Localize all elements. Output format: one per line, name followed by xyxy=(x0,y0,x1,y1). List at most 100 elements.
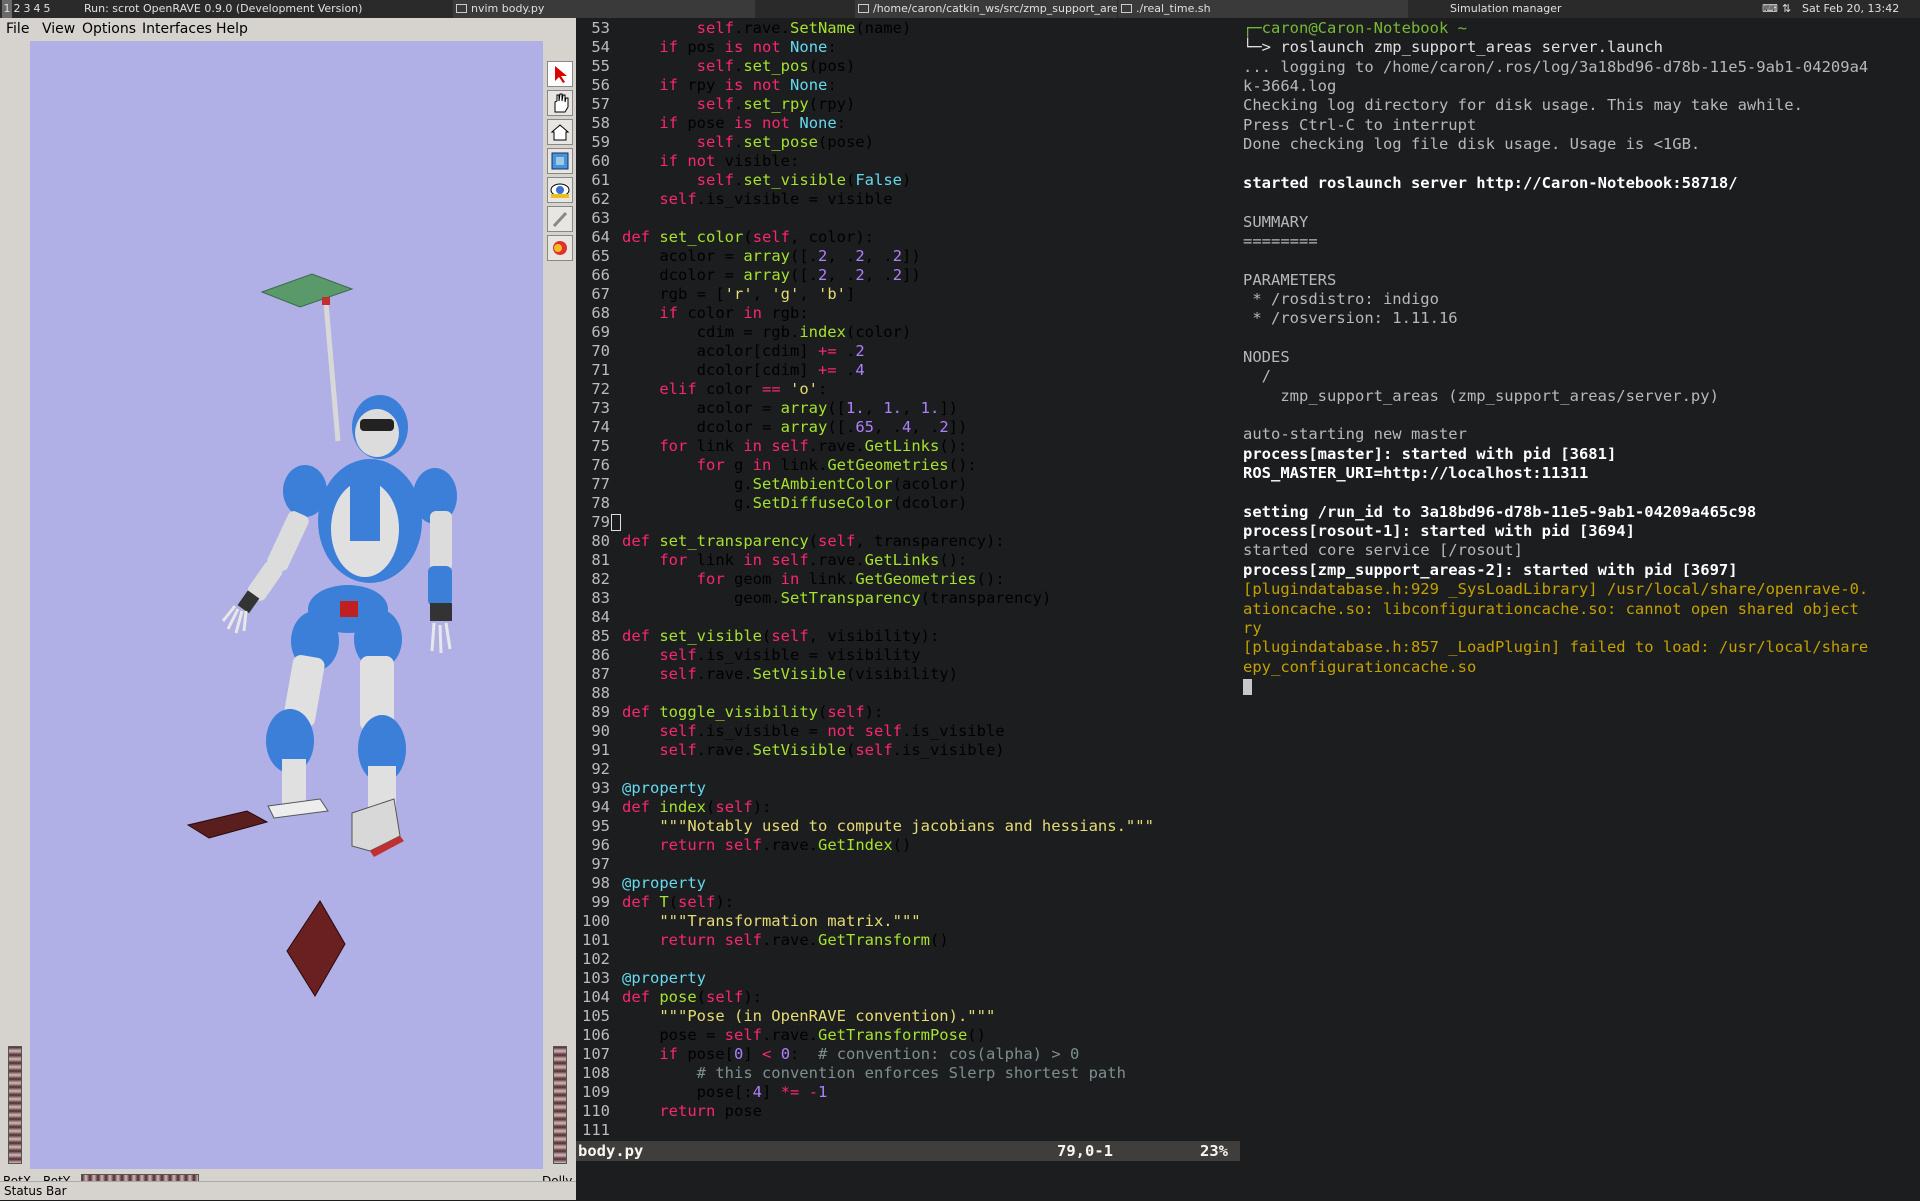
code-area[interactable]: 53 self.rave.SetName(name) 54 if pos is n… xyxy=(576,19,1240,1140)
workspace-switcher[interactable]: 12345 xyxy=(2,0,82,18)
code-line[interactable]: 109 pose[:4] *= -1 xyxy=(576,1083,1240,1102)
hand-icon[interactable] xyxy=(547,90,573,116)
terminal-line: setting /run_id to 3a18bd96-d78b-11e5-9a… xyxy=(1243,502,1757,521)
dolly-wheel[interactable] xyxy=(553,1046,567,1164)
code-line[interactable]: 70 acolor[cdim] += .2 xyxy=(576,342,1240,361)
menu-file[interactable]: File xyxy=(6,20,29,38)
line-number: 74 xyxy=(591,418,610,436)
line-number: 99 xyxy=(591,893,610,911)
code-line[interactable]: 57 self.set_rpy(rpy) xyxy=(576,95,1240,114)
code-line[interactable]: 103 @property xyxy=(576,969,1240,988)
line-number: 59 xyxy=(591,133,610,151)
code-line[interactable]: 104 def pose(self): xyxy=(576,988,1240,1007)
code-line[interactable]: 86 self.is_visible = visibility xyxy=(576,646,1240,665)
code-text: self.is_visible = visible xyxy=(659,190,893,208)
menu-interfaces[interactable]: Interfaces xyxy=(142,20,212,38)
color-icon[interactable] xyxy=(547,235,573,261)
code-line[interactable]: 97 xyxy=(576,855,1240,874)
menu-options[interactable]: Options xyxy=(82,20,136,38)
eye-icon[interactable] xyxy=(547,177,573,203)
code-line[interactable]: 92 xyxy=(576,760,1240,779)
code-line[interactable]: 65 acolor = array([.2, .2, .2]) xyxy=(576,247,1240,266)
code-text: """Pose (in OpenRAVE convention).""" xyxy=(659,1007,996,1025)
terminal-line: / xyxy=(1243,367,1271,386)
code-line[interactable]: 75 for link in self.rave.GetLinks(): xyxy=(576,437,1240,456)
code-line[interactable]: 85 def set_visible(self, visibility): xyxy=(576,627,1240,646)
code-line[interactable]: 67 rgb = ['r', 'g', 'b'] xyxy=(576,285,1240,304)
code-line[interactable]: 63 xyxy=(576,209,1240,228)
code-line[interactable]: 93 @property xyxy=(576,779,1240,798)
workspace-1[interactable]: 1 xyxy=(2,0,12,18)
menu-view[interactable]: View xyxy=(42,20,75,38)
code-line[interactable]: 58 if pose is not None: xyxy=(576,114,1240,133)
pin-icon[interactable] xyxy=(547,206,573,232)
code-line[interactable]: 61 self.set_visible(False) xyxy=(576,171,1240,190)
code-line[interactable]: 98 @property xyxy=(576,874,1240,893)
menu-help[interactable]: Help xyxy=(216,20,248,38)
terminal[interactable]: ┌─caron@Caron-Notebook ~ └─> roslaunch zm… xyxy=(1240,18,1920,1200)
taskbar-window-realtime[interactable]: ./real_time.sh xyxy=(1118,0,1408,18)
code-line[interactable]: 73 acolor = array([1., 1., 1.]) xyxy=(576,399,1240,418)
code-line[interactable]: 80 def set_transparency(self, transparenc… xyxy=(576,532,1240,551)
code-line[interactable]: 102 xyxy=(576,950,1240,969)
code-text: g.SetDiffuseColor(dcolor) xyxy=(622,494,968,512)
workspace-3[interactable]: 3 xyxy=(22,0,32,18)
code-line[interactable]: 81 for link in self.rave.GetLinks(): xyxy=(576,551,1240,570)
code-line[interactable]: 59 self.set_pose(pose) xyxy=(576,133,1240,152)
code-line[interactable]: 60 if not visible: xyxy=(576,152,1240,171)
code-line[interactable]: 54 if pos is not None: xyxy=(576,38,1240,57)
code-line[interactable]: 106 pose = self.rave.GetTransformPose() xyxy=(576,1026,1240,1045)
code-line[interactable]: 95 """Notably used to compute jacobians … xyxy=(576,817,1240,836)
code-line[interactable]: 96 return self.rave.GetIndex() xyxy=(576,836,1240,855)
code-line[interactable]: 79 xyxy=(576,513,1240,532)
code-line[interactable]: 110 return pose xyxy=(576,1102,1240,1121)
select-arrow-icon[interactable] xyxy=(547,61,573,87)
camera-icon[interactable] xyxy=(547,119,573,145)
code-line[interactable]: 53 self.rave.SetName(name) xyxy=(576,19,1240,38)
code-line[interactable]: 84 xyxy=(576,608,1240,627)
taskbar-window-launch[interactable]: /home/caron/catkin_ws/src/zmp_support_ar… xyxy=(855,0,1117,18)
code-line[interactable]: 100 """Transformation matrix.""" xyxy=(576,912,1240,931)
code-text: return self.rave.GetIndex() xyxy=(659,836,912,854)
workspace-5[interactable]: 5 xyxy=(42,0,52,18)
code-line[interactable]: 82 for geom in link.GetGeometries(): xyxy=(576,570,1240,589)
code-line[interactable]: 108 # this convention enforces Slerp sho… xyxy=(576,1064,1240,1083)
taskbar-window-openrave[interactable]: OpenRAVE 0.9.0 (Development Version) xyxy=(143,0,443,18)
code-line[interactable]: 88 xyxy=(576,684,1240,703)
code-line[interactable]: 87 self.rave.SetVisible(visibility) xyxy=(576,665,1240,684)
workspace-4[interactable]: 4 xyxy=(32,0,42,18)
code-line[interactable]: 111 xyxy=(576,1121,1240,1140)
code-line[interactable]: 55 self.set_pos(pos) xyxy=(576,57,1240,76)
code-line[interactable]: 71 dcolor[cdim] += .4 xyxy=(576,361,1240,380)
code-line[interactable]: 66 dcolor = array([.2, .2, .2]) xyxy=(576,266,1240,285)
code-line[interactable]: 89 def toggle_visibility(self): xyxy=(576,703,1240,722)
code-line[interactable]: 77 g.SetAmbientColor(acolor) xyxy=(576,475,1240,494)
code-line[interactable]: 94 def index(self): xyxy=(576,798,1240,817)
terminal-line: * /rosdistro: indigo xyxy=(1243,289,1439,308)
code-line[interactable]: 90 self.is_visible = not self.is_visible xyxy=(576,722,1240,741)
code-line[interactable]: 64 def set_color(self, color): xyxy=(576,228,1240,247)
line-number: 62 xyxy=(591,190,610,208)
workspace-2[interactable]: 2 xyxy=(12,0,22,18)
code-line[interactable]: 69 cdim = rgb.index(color) xyxy=(576,323,1240,342)
code-line[interactable]: 99 def T(self): xyxy=(576,893,1240,912)
code-line[interactable]: 105 """Pose (in OpenRAVE convention).""" xyxy=(576,1007,1240,1026)
code-line[interactable]: 72 elif color == 'o': xyxy=(576,380,1240,399)
3d-viewport[interactable] xyxy=(30,41,543,1169)
code-line[interactable]: 101 return self.rave.GetTransform() xyxy=(576,931,1240,950)
code-line[interactable]: 74 dcolor = array([.65, .4, .2]) xyxy=(576,418,1240,437)
taskbar-window-simulation[interactable]: Simulation manager xyxy=(1450,0,1650,18)
code-line[interactable]: 107 if pose[0] < 0: # convention: cos(al… xyxy=(576,1045,1240,1064)
view-all-icon[interactable] xyxy=(547,148,573,174)
rotx-wheel[interactable] xyxy=(8,1046,22,1164)
code-line[interactable]: 91 self.rave.SetVisible(self.is_visible) xyxy=(576,741,1240,760)
code-line[interactable]: 56 if rpy is not None: xyxy=(576,76,1240,95)
code-line[interactable]: 68 if color in rgb: xyxy=(576,304,1240,323)
nvim-editor[interactable]: 53 self.rave.SetName(name) 54 if pos is n… xyxy=(576,18,1240,1200)
terminal-line: ROS_MASTER_URI=http://localhost:11311 xyxy=(1243,464,1589,483)
code-line[interactable]: 76 for g in link.GetGeometries(): xyxy=(576,456,1240,475)
code-line[interactable]: 62 self.is_visible = visible xyxy=(576,190,1240,209)
code-line[interactable]: 83 geom.SetTransparency(transparency) xyxy=(576,589,1240,608)
code-line[interactable]: 78 g.SetDiffuseColor(dcolor) xyxy=(576,494,1240,513)
taskbar-window-nvim[interactable]: nvim body.py xyxy=(453,0,755,18)
